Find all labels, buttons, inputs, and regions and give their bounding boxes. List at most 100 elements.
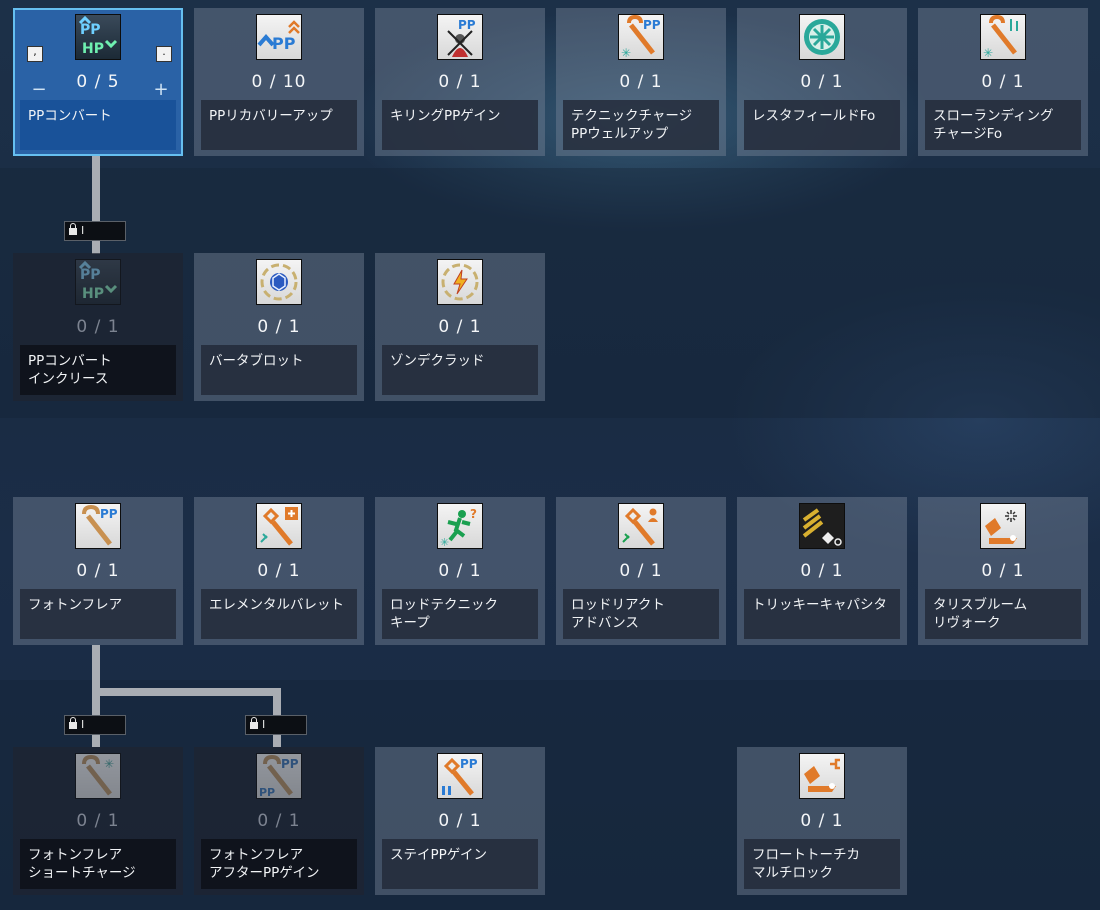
skill-level: 0 / 1: [257, 811, 301, 831]
lock-icon: [250, 717, 258, 729]
tricky-capacitor-icon: [799, 503, 845, 549]
skill-card-rod-react-advance[interactable]: 0 / 1 ロッドリアクト アドバンス: [556, 497, 726, 645]
skill-card-photon-flare[interactable]: PP 0 / 1 フォトンフレア: [13, 497, 183, 645]
skill-name: トリッキーキャパシタ: [744, 589, 900, 639]
lock-requirement-badge: I: [64, 715, 126, 735]
skill-card-photon-flare-short-charge[interactable]: ✳ 0 / 1 フォトンフレア ショートチャージ: [13, 747, 183, 895]
shortcut-key-indicator-right: .: [156, 46, 172, 62]
skill-level: 0 / 1: [800, 811, 844, 831]
barta-blot-icon: [256, 259, 302, 305]
lock-icon: [69, 223, 77, 235]
skill-level: 0 / 1: [800, 72, 844, 92]
skill-name: フロートトーチカ マルチロック: [744, 839, 900, 889]
svg-text:?: ?: [470, 507, 477, 521]
rod-technic-keep-icon: ? ✳: [437, 503, 483, 549]
photon-flare-after-pp-icon: PP PP: [256, 753, 302, 799]
svg-text:PP: PP: [259, 786, 275, 798]
technic-charge-pp-icon: PP ✳: [618, 14, 664, 60]
skill-name: ゾンデクラッド: [382, 345, 538, 395]
skill-level: 0 / 10: [251, 72, 307, 92]
skill-name: ロッドリアクト アドバンス: [563, 589, 719, 639]
skill-level: 0 / 1: [438, 72, 482, 92]
skill-card-resta-field-fo[interactable]: 0 / 1 レスタフィールドFo: [737, 8, 907, 156]
skill-level: 0 / 1: [257, 317, 301, 337]
svg-text:HP: HP: [82, 41, 104, 57]
skill-level: 0 / 1: [438, 811, 482, 831]
skill-name: PPリカバリーアップ: [201, 100, 357, 150]
skill-name: ロッドテクニック キープ: [382, 589, 538, 639]
skill-level: 0 / 1: [619, 561, 663, 581]
shortcut-key-indicator-left: ,: [27, 46, 43, 62]
lock-icon: [69, 717, 77, 729]
skill-card-technic-charge-pp-well-up[interactable]: PP ✳ 0 / 1 テクニックチャージ PPウェルアップ: [556, 8, 726, 156]
skill-name: テクニックチャージ PPウェルアップ: [563, 100, 719, 150]
lock-requirement-badge: I: [64, 221, 126, 241]
skill-name: キリングPPゲイン: [382, 100, 538, 150]
skill-level: 0 / 5: [76, 72, 120, 92]
svg-text:HP: HP: [82, 286, 104, 302]
skill-level: 0 / 1: [438, 317, 482, 337]
skill-card-rod-technic-keep[interactable]: ? ✳ 0 / 1 ロッドテクニック キープ: [375, 497, 545, 645]
skill-name: フォトンフレア ショートチャージ: [20, 839, 176, 889]
skill-level: 0 / 1: [257, 561, 301, 581]
rod-react-advance-icon: [618, 503, 664, 549]
svg-text:PP: PP: [458, 18, 476, 32]
skill-card-float-torch-multi-lock[interactable]: 0 / 1 フロートトーチカ マルチロック: [737, 747, 907, 895]
svg-text:PP: PP: [80, 22, 101, 38]
skill-name: エレメンタルバレット: [201, 589, 357, 639]
skill-card-barta-blot[interactable]: 0 / 1 バータブロット: [194, 253, 364, 401]
skill-card-pp-convert-increase[interactable]: PP HP 0 / 1 PPコンバート インクリース: [13, 253, 183, 401]
skill-name: バータブロット: [201, 345, 357, 395]
skill-card-elemental-bullet[interactable]: 0 / 1 エレメンタルバレット: [194, 497, 364, 645]
stay-pp-gain-icon: PP: [437, 753, 483, 799]
tree-connector-photonflare-branch: [92, 688, 281, 696]
skill-card-photon-flare-after-pp-gain[interactable]: PP PP 0 / 1 フォトンフレア アフターPPゲイン: [194, 747, 364, 895]
elemental-bullet-icon: [256, 503, 302, 549]
resta-field-icon: [799, 14, 845, 60]
pp-hp-convert-icon: PP HP: [75, 259, 121, 305]
svg-text:✳: ✳: [621, 46, 631, 59]
skill-name: フォトンフレア アフターPPゲイン: [201, 839, 357, 889]
photon-flare-short-charge-icon: ✳: [75, 753, 121, 799]
skill-card-pp-recovery-up[interactable]: PP 0 / 10 PPリカバリーアップ: [194, 8, 364, 156]
svg-text:PP: PP: [643, 18, 661, 32]
svg-text:PP: PP: [460, 757, 478, 771]
skill-level: 0 / 1: [76, 561, 120, 581]
slow-landing-charge-icon: ✳: [980, 14, 1026, 60]
killing-pp-gain-icon: PP: [437, 14, 483, 60]
skill-level: 0 / 1: [981, 561, 1025, 581]
skill-level: 0 / 1: [76, 317, 120, 337]
skill-card-zonde-clad[interactable]: 0 / 1 ゾンデクラッド: [375, 253, 545, 401]
skill-name: PPコンバート インクリース: [20, 345, 176, 395]
skill-name: PPコンバート: [20, 100, 176, 150]
skill-level: 0 / 1: [438, 561, 482, 581]
zonde-clad-icon: [437, 259, 483, 305]
skill-card-stay-pp-gain[interactable]: PP 0 / 1 ステイPPゲイン: [375, 747, 545, 895]
skill-name: ステイPPゲイン: [382, 839, 538, 889]
svg-text:✳: ✳: [104, 757, 114, 771]
svg-text:✳: ✳: [440, 536, 449, 548]
pp-recovery-up-icon: PP: [256, 14, 302, 60]
skill-name: タリスブルーム リヴォーク: [925, 589, 1081, 639]
svg-text:PP: PP: [272, 34, 296, 53]
skill-card-tricky-capacitor[interactable]: 0 / 1 トリッキーキャパシタ: [737, 497, 907, 645]
skill-level: 0 / 1: [981, 72, 1025, 92]
skill-level: 0 / 1: [800, 561, 844, 581]
skill-name: レスタフィールドFo: [744, 100, 900, 150]
skill-level: 0 / 1: [619, 72, 663, 92]
svg-text:PP: PP: [100, 507, 118, 521]
photon-flare-icon: PP: [75, 503, 121, 549]
skill-name: スローランディング チャージFo: [925, 100, 1081, 150]
skill-card-talis-bloom-revoke[interactable]: 0 / 1 タリスブルーム リヴォーク: [918, 497, 1088, 645]
float-torch-icon: [799, 753, 845, 799]
pp-hp-convert-icon: PP HP: [75, 14, 121, 60]
lock-requirement-badge: I: [245, 715, 307, 735]
talis-bloom-revoke-icon: [980, 503, 1026, 549]
svg-text:PP: PP: [281, 757, 299, 771]
skill-name: フォトンフレア: [20, 589, 176, 639]
skill-card-slow-landing-charge-fo[interactable]: ✳ 0 / 1 スローランディング チャージFo: [918, 8, 1088, 156]
skill-card-killing-pp-gain[interactable]: PP 0 / 1 キリングPPゲイン: [375, 8, 545, 156]
svg-text:PP: PP: [80, 267, 101, 283]
skill-level: 0 / 1: [76, 811, 120, 831]
skill-card-pp-convert[interactable]: PP HP , . − + 0 / 5 PPコンバート: [13, 8, 183, 156]
